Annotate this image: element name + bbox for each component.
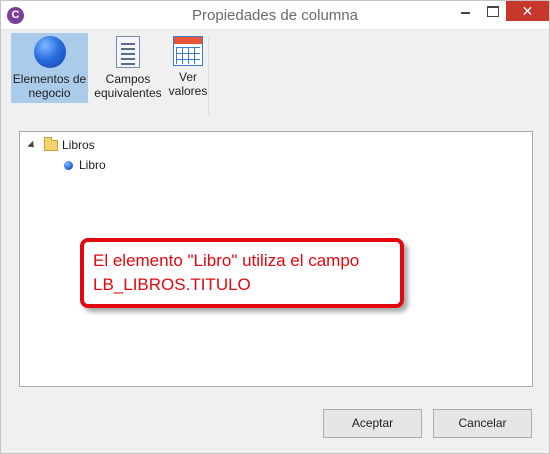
callout-line-1: El elemento "Libro" utiliza el campo [93, 251, 360, 270]
cancel-button[interactable]: Cancelar [433, 409, 532, 438]
business-elements-label-1: Elementos de [12, 72, 87, 86]
callout-line-2: LB_LIBROS.TITULO [93, 275, 251, 294]
accept-button[interactable]: Aceptar [323, 409, 422, 438]
sphere-icon [33, 36, 66, 68]
annotation-callout: El elemento "Libro" utiliza el campo LB_… [80, 238, 404, 308]
close-button[interactable]: ✕ [506, 1, 549, 21]
toolbar-divider [208, 37, 209, 115]
tree-item-label: Libro [79, 158, 106, 172]
document-list-icon [116, 36, 140, 68]
view-values-label-1: Ver [178, 70, 197, 84]
element-dot-icon [64, 161, 73, 171]
expand-arrow-icon[interactable] [27, 141, 37, 151]
calendar-grid-icon [173, 36, 203, 66]
view-values-button[interactable]: Ver valores [168, 33, 208, 103]
view-values-label-2: valores [168, 84, 208, 98]
dialog-window: C Propiedades de columna ✕ Elementos de … [0, 0, 550, 454]
tree-item-label: Libros [62, 138, 95, 152]
minimize-button[interactable] [452, 1, 479, 21]
maximize-button[interactable] [479, 1, 506, 21]
equivalent-fields-label-1: Campos [105, 72, 151, 86]
business-elements-button[interactable]: Elementos de negocio [11, 33, 88, 103]
equivalent-fields-label-2: equivalentes [94, 86, 162, 100]
equivalent-fields-button[interactable]: Campos equivalentes [91, 33, 165, 103]
title-bar[interactable]: C Propiedades de columna ✕ [1, 1, 549, 30]
folder-icon [44, 137, 58, 152]
toolbar: Elementos de negocio Campos equivalentes… [9, 33, 209, 119]
tree-item-libros[interactable]: Libros [27, 137, 95, 152]
business-elements-label-2: negocio [28, 86, 71, 100]
tree-item-libro[interactable]: Libro [64, 158, 106, 172]
